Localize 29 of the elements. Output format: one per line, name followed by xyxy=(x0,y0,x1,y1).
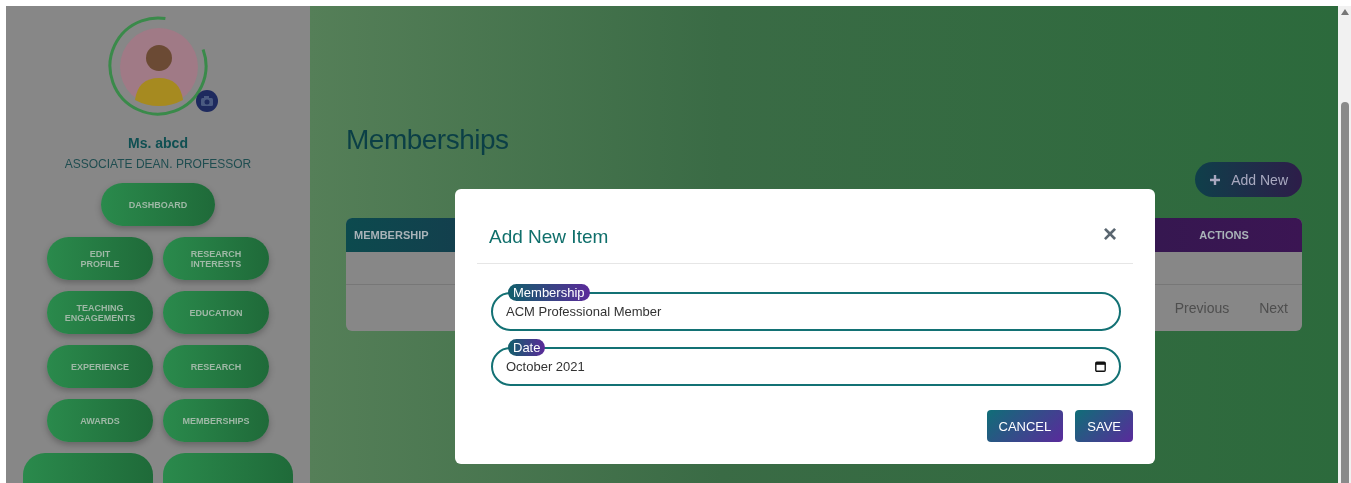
nav-button[interactable]: MEMBERSHIPS xyxy=(163,399,269,442)
nav-button[interactable]: RESEARCH xyxy=(163,345,269,388)
nav-button[interactable]: DASHBOARD xyxy=(101,183,215,226)
column-header: MEMBERSHIP xyxy=(354,229,429,241)
calendar-icon[interactable] xyxy=(1095,361,1106,372)
nav-button[interactable]: EDUCATION xyxy=(163,291,269,334)
profile-role: ASSOCIATE DEAN. PROFESSOR xyxy=(64,157,252,171)
nav-button[interactable]: TEACHING ENGAGEMENTS xyxy=(47,291,153,334)
pagination-link[interactable]: Next xyxy=(1259,300,1288,316)
avatar-silhouette-icon xyxy=(120,28,198,106)
page-title: Memberships xyxy=(346,124,510,156)
close-button[interactable]: × xyxy=(1099,222,1121,246)
scrollbar[interactable] xyxy=(1338,6,1351,483)
nav-button[interactable]: EXPERIENCE xyxy=(47,345,153,388)
profile-name: Ms. abcd xyxy=(128,135,188,151)
save-button[interactable]: SAVE xyxy=(1075,410,1133,442)
camera-icon[interactable] xyxy=(196,90,218,112)
plus-icon xyxy=(1209,173,1222,186)
dialog-title: Add New Item xyxy=(489,225,609,248)
pagination-link[interactable]: Previous xyxy=(1174,300,1230,316)
nav-button[interactable]: AWARDS xyxy=(47,399,153,442)
field-label: Membership xyxy=(508,284,590,301)
nav-button[interactable]: EDIT PROFILE xyxy=(47,237,153,280)
field-label: Date xyxy=(508,339,546,356)
column-header: ACTIONS xyxy=(1198,229,1250,241)
add-new-button[interactable]: Add New xyxy=(1195,162,1302,197)
cancel-button[interactable]: CANCEL xyxy=(986,410,1064,442)
scroll-up-icon[interactable] xyxy=(1341,9,1349,15)
nav-button[interactable]: RESEARCH INTERESTS xyxy=(163,237,269,280)
